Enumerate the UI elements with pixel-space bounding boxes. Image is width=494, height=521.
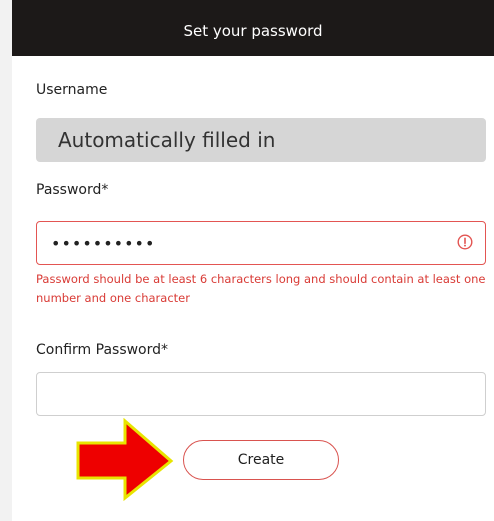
username-value: Automatically filled in — [58, 128, 276, 152]
panel-header: Set your password — [12, 0, 494, 56]
username-field: Automatically filled in — [36, 118, 486, 162]
red-arrow-annotation — [76, 418, 174, 502]
password-label: Password* — [36, 182, 109, 198]
page: Set your password Username Automatically… — [0, 0, 494, 521]
password-error-message: Password should be at least 6 characters… — [36, 272, 486, 305]
page-title: Set your password — [183, 22, 323, 40]
confirm-password-field[interactable] — [36, 372, 486, 416]
username-label: Username — [36, 82, 108, 98]
create-button[interactable]: Create — [183, 440, 339, 480]
password-field[interactable]: •••••••••• — [36, 221, 486, 265]
exclamation-circle-icon — [457, 234, 473, 250]
confirm-password-label: Confirm Password* — [36, 342, 169, 358]
password-value: •••••••••• — [51, 233, 156, 253]
